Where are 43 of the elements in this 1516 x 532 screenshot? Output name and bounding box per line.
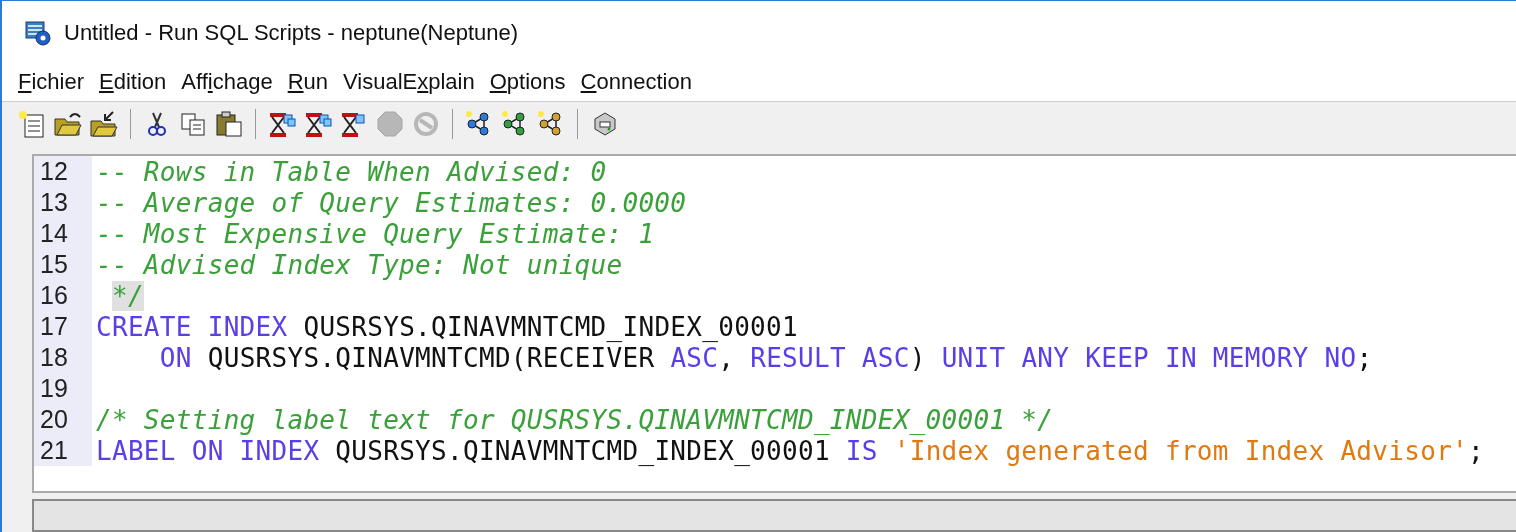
code-text: QUSRSYS.QINAVMNTCMD_INDEX_00001	[303, 311, 798, 342]
code-text: ;	[1356, 342, 1373, 373]
line-number: 13	[34, 187, 92, 218]
menu-item[interactable]: Connection	[580, 69, 692, 95]
line-number: 21	[34, 435, 92, 466]
code-keyword: ASC	[670, 342, 719, 373]
code-text: QUSRSYS.QINAVMNTCMD(RECEIVER	[207, 342, 656, 373]
code-text: QUSRSYS.QINAVMNTCMD_INDEX_00001	[335, 435, 831, 466]
menu-item[interactable]: VisualExplain	[343, 69, 475, 95]
line-number: 14	[34, 218, 92, 249]
code-keyword: IS	[845, 435, 879, 466]
code-keyword: RESULT ASC	[750, 342, 910, 373]
code-comment: -- Rows in Table When Advised: 0	[96, 156, 607, 187]
menu-item[interactable]: Edition	[99, 69, 167, 95]
line-number: 16	[34, 280, 92, 311]
database-gear-icon	[24, 19, 52, 47]
line-number: 20	[34, 404, 92, 435]
code-keyword: LABEL ON INDEX	[96, 435, 320, 466]
code-text: )	[909, 342, 927, 373]
code-keyword: ON	[159, 342, 192, 373]
code-comment: -- Advised Index Type: Not unique	[96, 249, 623, 280]
line-number: 12	[34, 156, 92, 187]
line-number: 15	[34, 249, 92, 280]
code-string: 'Index generated from Index Advisor'	[893, 435, 1469, 466]
line-number: 18	[34, 342, 92, 373]
code-comment: -- Most Expensive Query Estimate: 1	[96, 218, 655, 249]
menu-item[interactable]: Affichage	[181, 69, 273, 95]
paste-icon[interactable]	[213, 108, 245, 140]
sql-editor[interactable]	[32, 154, 1516, 493]
window-title: Untitled - Run SQL Scripts - neptune(Neptune)	[64, 20, 519, 46]
code-text: ,	[718, 342, 736, 373]
line-number: 19	[34, 373, 92, 404]
menu-item[interactable]: Fichier	[18, 69, 85, 95]
line-number: 17	[34, 311, 92, 342]
menu-item[interactable]: Options	[489, 69, 566, 95]
code-keyword: UNIT ANY KEEP IN MEMORY NO	[941, 342, 1357, 373]
code-keyword: CREATE INDEX	[96, 311, 288, 342]
code-text: ;	[1468, 435, 1484, 466]
code-comment: /* Setting label text for QUSRSYS.QINAVMNTCMD_INDEX_00001 */	[96, 404, 1054, 435]
code-comment: -- Average of Query Estimates: 0.0000	[96, 187, 687, 218]
menu-item[interactable]: Run	[287, 69, 329, 95]
import-icon[interactable]	[88, 108, 120, 140]
code-comment: */	[111, 280, 144, 311]
